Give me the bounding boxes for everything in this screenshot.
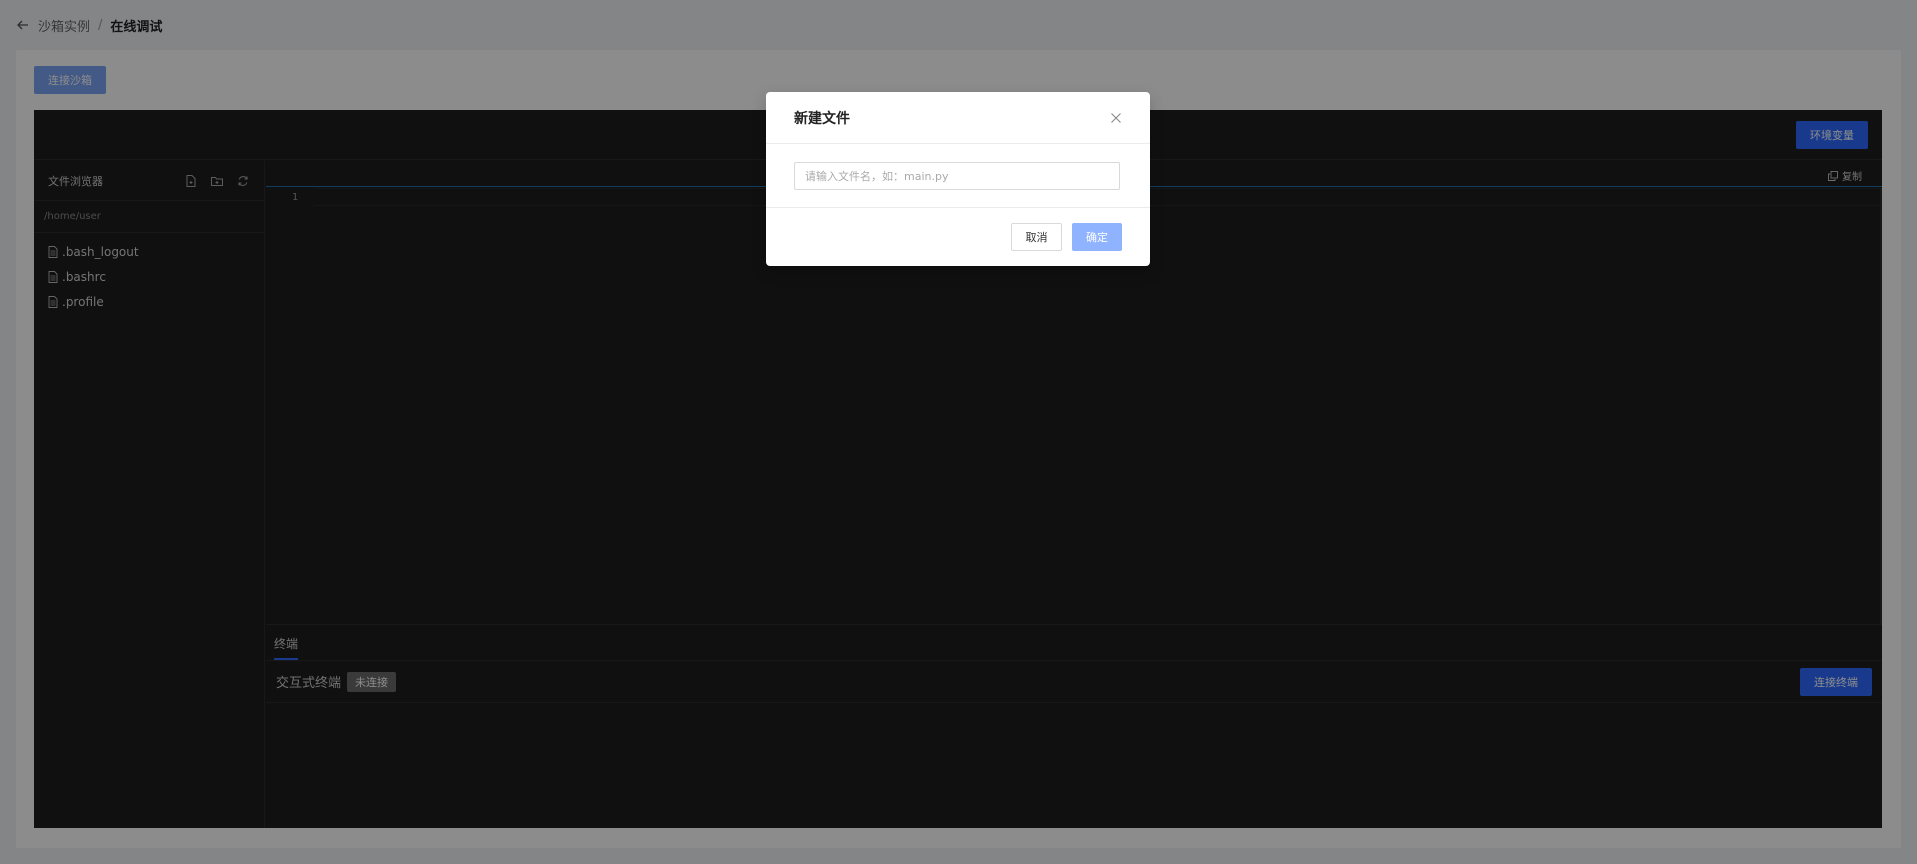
filename-input[interactable] [794, 162, 1120, 190]
page: 沙箱实例 / 在线调试 连接沙箱 环境变量 文件浏览器 /home/user .… [0, 0, 1917, 864]
confirm-button[interactable]: 确定 [1072, 223, 1122, 251]
dialog-title: 新建文件 [794, 110, 850, 127]
dialog-body [766, 144, 1150, 208]
dialog-footer: 取消 确定 [766, 208, 1150, 266]
close-icon[interactable] [1110, 112, 1122, 124]
dialog-header: 新建文件 [766, 92, 1150, 144]
cancel-button[interactable]: 取消 [1011, 223, 1062, 251]
new-file-dialog: 新建文件 取消 确定 [766, 92, 1150, 266]
